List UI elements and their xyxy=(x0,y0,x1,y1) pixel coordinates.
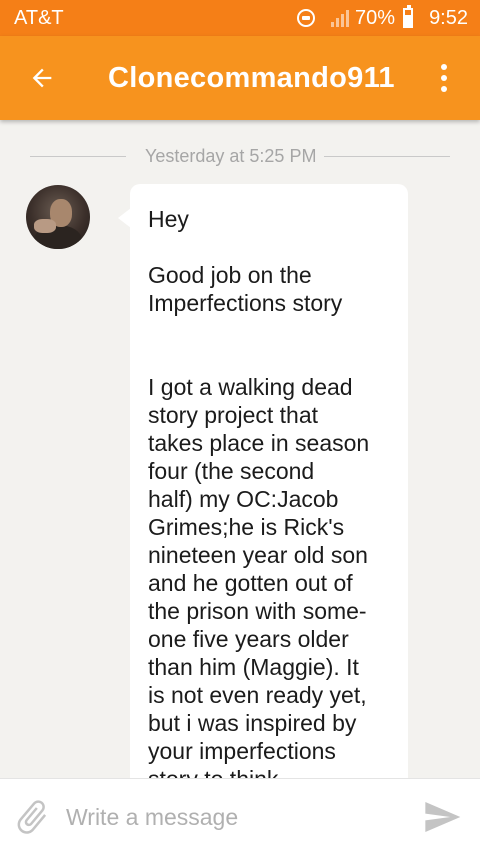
carrier-label: AT&T xyxy=(14,7,64,29)
status-bar: AT&T 70% 9:52 xyxy=(0,0,480,36)
divider-line-right xyxy=(324,156,450,157)
send-icon xyxy=(425,802,461,832)
message-list[interactable]: Yesterday at 5:25 PM Hey Good job on the… xyxy=(0,120,480,778)
divider-line-left xyxy=(30,156,126,157)
message-line: than him (Maggie). It xyxy=(148,654,359,680)
more-vertical-icon xyxy=(441,64,447,70)
message-line: story to think xyxy=(148,765,394,778)
back-button[interactable] xyxy=(22,58,62,98)
message-line: Grimes;he is Rick's xyxy=(148,514,345,540)
message-composer xyxy=(0,778,480,854)
message-line: takes place in season xyxy=(148,430,370,456)
message-line: story project that xyxy=(148,402,319,428)
message-line: your imperfections xyxy=(148,738,336,764)
attach-button[interactable] xyxy=(12,797,52,837)
avatar-hand xyxy=(34,219,56,233)
send-button[interactable] xyxy=(420,797,464,837)
message-line: four (the second xyxy=(148,458,315,484)
sender-avatar[interactable] xyxy=(26,185,90,249)
date-divider-label: Yesterday at 5:25 PM xyxy=(145,146,317,166)
arrow-left-icon xyxy=(32,68,52,88)
paperclip-icon xyxy=(17,800,47,834)
message-bubble[interactable]: Hey Good job on the Imperfections story … xyxy=(118,184,408,778)
message-line xyxy=(148,317,394,345)
date-divider: Yesterday at 5:25 PM xyxy=(0,144,480,168)
message-line: Hey xyxy=(148,206,189,232)
message-line: half) my OC:Jacob xyxy=(148,486,339,512)
battery-icon xyxy=(403,5,414,28)
message-input[interactable] xyxy=(66,797,396,837)
message-line: Imperfections story xyxy=(148,290,343,316)
message-line: and he gotten out of xyxy=(148,570,353,596)
clock: 9:52 xyxy=(429,6,468,29)
battery-percent: 70% xyxy=(355,6,396,29)
status-icons: 70% 9:52 xyxy=(297,5,468,30)
more-options-button[interactable] xyxy=(428,58,460,98)
message-line: the prison with some- xyxy=(148,598,367,624)
message-line: but i was inspired by xyxy=(148,710,357,736)
message-line: I got a walking dead xyxy=(148,374,353,400)
message-line xyxy=(148,345,394,373)
conversation-title: Clonecommando911 xyxy=(108,62,395,94)
signal-icon xyxy=(331,9,350,27)
app-bar: Clonecommando911 xyxy=(0,36,480,120)
message-line xyxy=(148,233,394,261)
message-line: one five years older xyxy=(148,626,349,652)
message-line: Good job on the xyxy=(148,262,312,288)
message-line: nineteen year old son xyxy=(148,542,368,568)
do-not-disturb-icon xyxy=(297,9,316,27)
message-line: is not even ready yet, xyxy=(148,682,367,708)
